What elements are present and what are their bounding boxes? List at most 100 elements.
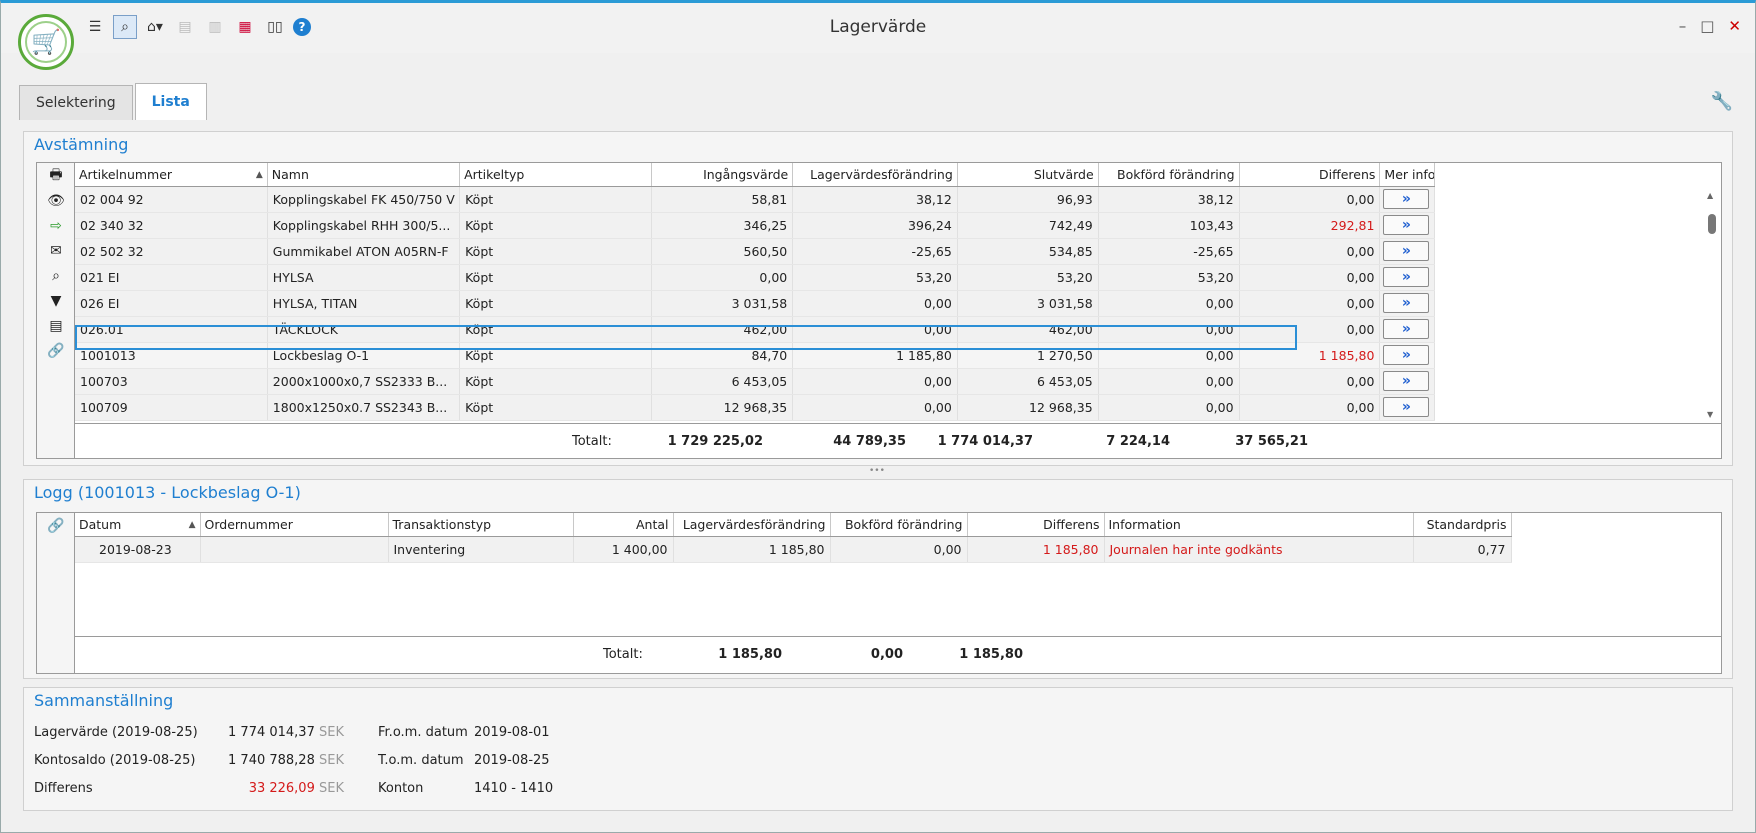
mer-info-button[interactable]: » <box>1383 241 1430 261</box>
mer-info-button[interactable]: » <box>1383 267 1430 287</box>
cell-artikeltyp: Köpt <box>459 394 653 421</box>
logg-grid: 🔗 Datum ▲ Ordernummer Transaktionstyp Ant… <box>36 512 1722 674</box>
col-differens[interactable]: Differens <box>967 513 1105 537</box>
mer-info-button[interactable]: » <box>1383 293 1430 313</box>
mail-icon[interactable]: ✉ <box>37 238 75 263</box>
cell-mer-info: » <box>1379 264 1435 291</box>
mer-info-button[interactable]: » <box>1383 189 1430 209</box>
cell-ingangsvarde: 462,00 <box>651 316 794 343</box>
minimize-button[interactable]: – <box>1679 17 1687 35</box>
table-row[interactable]: 026 EI HYLSA, TITAN Köpt 3 031,58 0,00 3 031,… <box>75 290 1435 317</box>
cell-datum: 2019-08-23 <box>75 536 201 563</box>
tab-lista[interactable]: Lista <box>134 83 207 120</box>
col-bokford-forandring[interactable]: Bokförd förändring <box>830 513 968 537</box>
mer-info-button[interactable]: » <box>1383 345 1430 365</box>
cell-bokford: 0,00 <box>1098 394 1240 421</box>
logg-table: Datum ▲ Ordernummer Transaktionstyp Antal… <box>75 513 1512 563</box>
eye-icon[interactable]: 👁 <box>37 188 75 213</box>
summary-value2: 2019-08-01 <box>474 725 550 740</box>
col-namn[interactable]: Namn <box>267 163 461 187</box>
total-lagervardesforandring: 44 789,35 <box>833 434 906 449</box>
tab-selektering[interactable]: Selektering <box>19 85 133 120</box>
columns-icon[interactable]: ▤ <box>37 313 75 338</box>
cell-standardpris: 0,77 <box>1413 536 1512 563</box>
col-slutvarde[interactable]: Slutvärde <box>957 163 1099 187</box>
scroll-thumb[interactable] <box>1708 214 1716 234</box>
scroll-up-icon[interactable]: ▲ <box>1707 191 1713 200</box>
table-row[interactable]: 021 EI HYLSA Köpt 0,00 53,20 53,20 53,20 0,00» <box>75 264 1435 291</box>
summary-row: Lagervärde (2019-08-25) <box>34 725 198 740</box>
table-row[interactable]: 026.01 TÄCKLOCK Köpt 462,00 0,00 462,00 0,00 0,… <box>75 316 1435 343</box>
cell-mer-info: » <box>1379 342 1435 369</box>
table-row[interactable]: 1001013 Lockbeslag O-1 Köpt 84,70 1 185,80 1 … <box>75 342 1435 369</box>
print-icon[interactable]: 🖶 <box>37 163 75 188</box>
cell-lagervardesforandring: 0,00 <box>792 394 958 421</box>
col-lagervardesforandring[interactable]: Lagervärdesförändring <box>792 163 958 187</box>
table-row[interactable]: 2019-08-23 Inventering 1 400,00 1 185,80… <box>75 536 1512 563</box>
cell-artikeltyp: Köpt <box>459 186 653 213</box>
cell-slutvarde: 12 968,35 <box>957 394 1099 421</box>
vertical-scrollbar[interactable]: ▲ ▼ <box>1703 187 1721 423</box>
cell-artikelnummer: 026.01 <box>75 316 268 343</box>
col-bokford-forandring[interactable]: Bokförd förändring <box>1098 163 1240 187</box>
cell-artikeltyp: Köpt <box>459 212 653 239</box>
summary-value2: 1410 - 1410 <box>474 781 554 796</box>
cell-differens: 1 185,80 <box>967 536 1105 563</box>
col-lagervardesforandring[interactable]: Lagervärdesförändring <box>673 513 831 537</box>
cell-namn: Lockbeslag O-1 <box>267 342 461 369</box>
wrench-icon[interactable]: 🔧 <box>1711 91 1733 112</box>
col-datum[interactable]: Datum ▲ <box>75 513 201 537</box>
close-button[interactable]: ✕ <box>1728 17 1741 35</box>
summary-label: Differens <box>34 781 93 796</box>
col-differens[interactable]: Differens <box>1239 163 1381 187</box>
col-artikeltyp[interactable]: Artikeltyp <box>459 163 653 187</box>
app-logo[interactable]: 🛒 <box>18 14 74 70</box>
panel-splitter[interactable]: ••• <box>869 466 885 476</box>
col-transaktionstyp[interactable]: Transaktionstyp <box>388 513 574 537</box>
cell-ingangsvarde: 3 031,58 <box>651 290 794 317</box>
cell-artikeltyp: Köpt <box>459 316 653 343</box>
maximize-button[interactable]: □ <box>1700 17 1714 35</box>
cell-differens: 0,00 <box>1239 264 1381 291</box>
summary-unit: SEK <box>319 725 344 740</box>
table-row[interactable]: 100709 1800x1250x0.7 SS2343 B... Köpt 12 96… <box>75 394 1435 421</box>
col-standardpris[interactable]: Standardpris <box>1413 513 1512 537</box>
table-row[interactable]: 02 502 32 Gummikabel ATON A05RN-F Köpt 560,… <box>75 238 1435 265</box>
col-ordernummer[interactable]: Ordernummer <box>200 513 389 537</box>
mer-info-button[interactable]: » <box>1383 397 1430 417</box>
table-row[interactable]: 02 340 32 Kopplingskabel RHH 300/5... Köpt… <box>75 212 1435 239</box>
cell-mer-info: » <box>1379 238 1435 265</box>
col-artikelnummer[interactable]: Artikelnummer ▲ <box>75 163 268 187</box>
cell-differens: 0,00 <box>1239 368 1381 395</box>
mer-info-button[interactable]: » <box>1383 371 1430 391</box>
cell-lagervardesforandring: 38,12 <box>792 186 958 213</box>
cell-artikeltyp: Köpt <box>459 238 653 265</box>
search-icon[interactable]: ⌕ <box>37 263 75 288</box>
export-icon[interactable]: ⇨ <box>37 213 75 238</box>
mer-info-button[interactable]: » <box>1383 215 1430 235</box>
link-icon[interactable]: 🔗 <box>37 338 75 363</box>
summary-value: 1 774 014,37 <box>228 725 315 740</box>
scroll-down-icon[interactable]: ▼ <box>1707 410 1713 419</box>
table-row[interactable]: 100703 2000x1000x0,7 SS2333 B... Köpt 6 453… <box>75 368 1435 395</box>
cell-artikeltyp: Köpt <box>459 290 653 317</box>
summary-label: Lagervärde (2019-08-25) <box>34 725 198 740</box>
col-antal[interactable]: Antal <box>573 513 674 537</box>
cell-differens: 0,00 <box>1239 186 1381 213</box>
filter-icon[interactable]: ▼ <box>37 288 75 313</box>
cell-ingangsvarde: 12 968,35 <box>651 394 794 421</box>
col-mer-info[interactable]: Mer info <box>1379 163 1435 187</box>
avstamning-totals: Totalt: 1 729 225,02 44 789,35 1 774 014… <box>75 423 1721 458</box>
cell-namn: Kopplingskabel RHH 300/5... <box>267 212 461 239</box>
table-row[interactable]: 02 004 92 Kopplingskabel FK 450/750 V Köpt… <box>75 186 1435 213</box>
cell-artikelnummer: 100709 <box>75 394 268 421</box>
cell-lagervardesforandring: 0,00 <box>792 316 958 343</box>
cell-slutvarde: 742,49 <box>957 212 1099 239</box>
col-ingangsvarde[interactable]: Ingångsvärde <box>651 163 794 187</box>
avstamning-table: Artikelnummer ▲ Namn Artikeltyp Ingångsvä… <box>75 163 1435 421</box>
summary-value-wrap: 33 226,09 SEK <box>184 781 344 796</box>
logg-side-toolbar: 🔗 <box>37 513 75 673</box>
link-icon[interactable]: 🔗 <box>37 513 75 538</box>
col-information[interactable]: Information <box>1104 513 1414 537</box>
mer-info-button[interactable]: » <box>1383 319 1430 339</box>
